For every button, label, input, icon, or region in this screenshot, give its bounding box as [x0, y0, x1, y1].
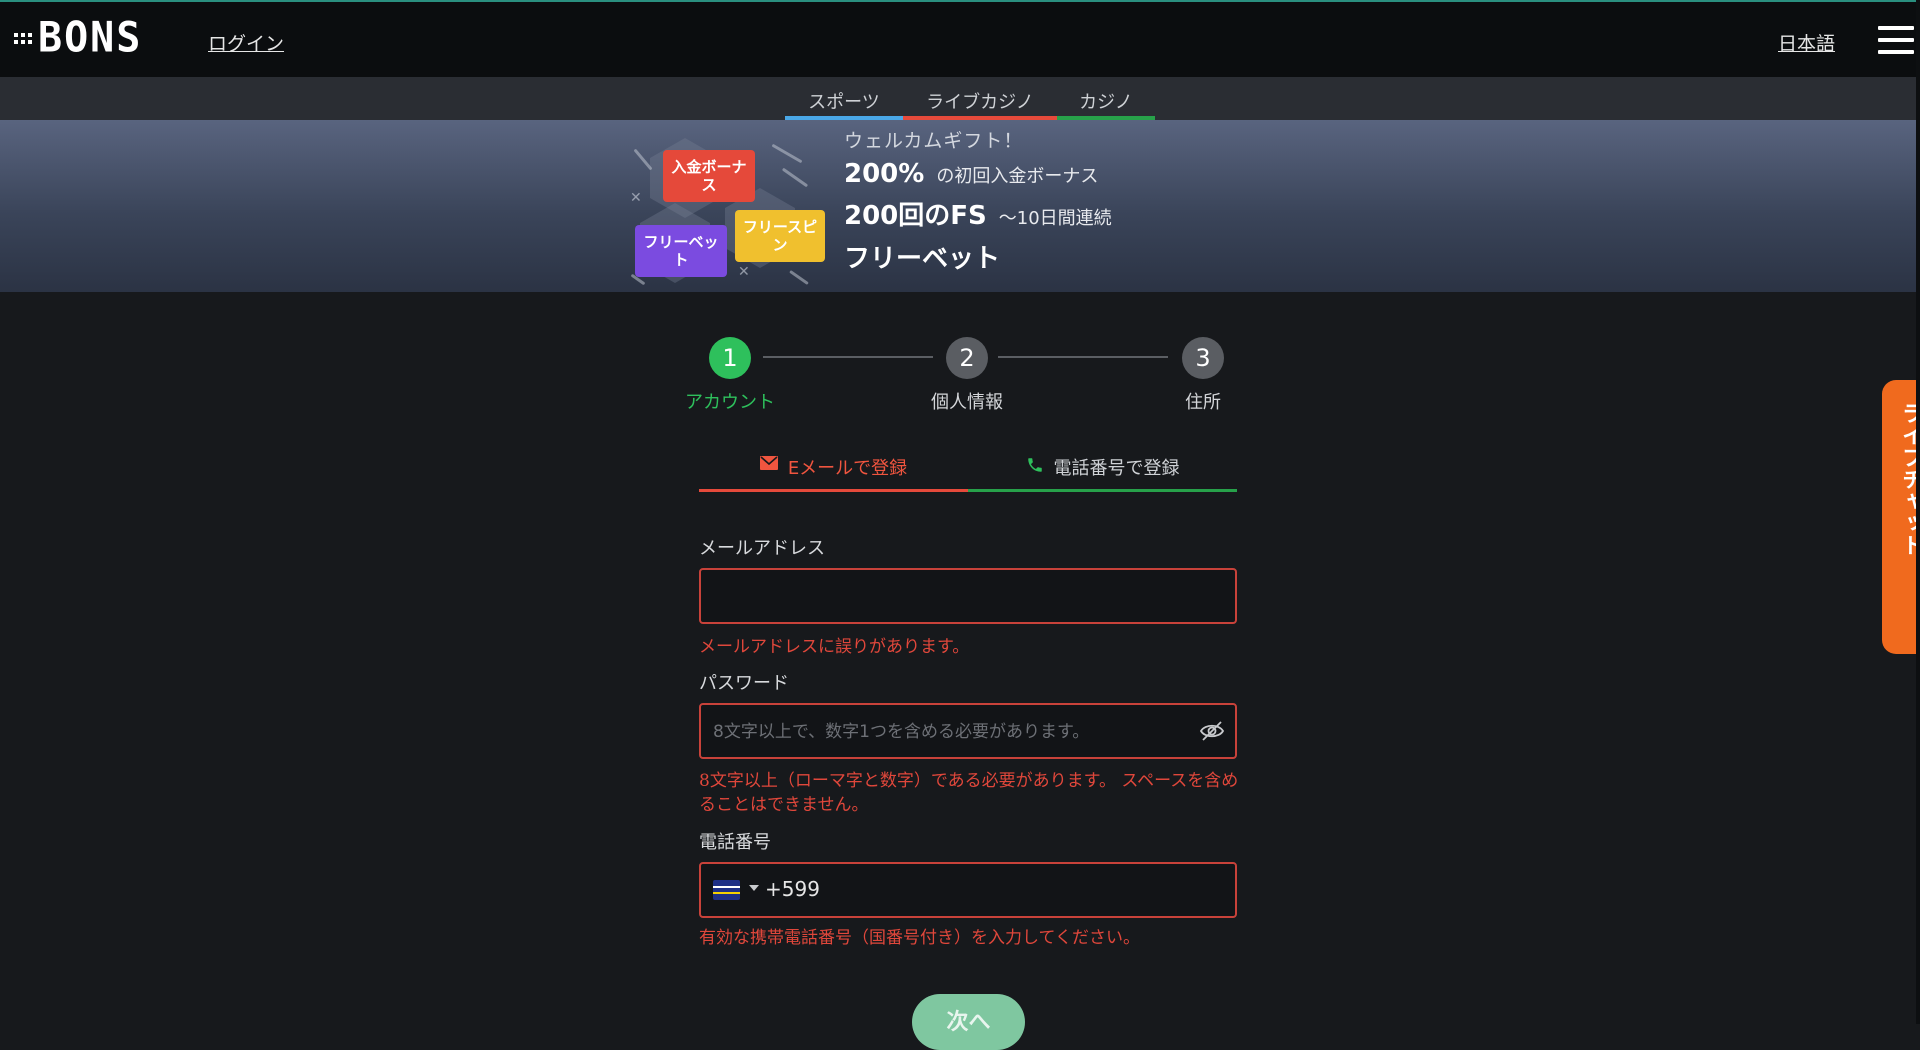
hamburger-menu-icon[interactable]	[1878, 26, 1914, 54]
logo-text: BONS	[38, 13, 143, 63]
stroke-decoration	[771, 143, 803, 164]
promo-text: ウェルカムギフト！ 200% の初回入金ボーナス 200回のFS 〜10日間連続…	[844, 126, 1112, 275]
tab-register-email-label: Eメールで登録	[787, 458, 908, 479]
tab-register-phone-label: 電話番号で登録	[1053, 458, 1180, 479]
email-input[interactable]	[711, 570, 1195, 624]
welcome-gift-title: ウェルカムギフト！	[844, 130, 1024, 152]
password-field-box	[699, 703, 1237, 759]
step-3-circle: 3	[1182, 337, 1224, 379]
freespin-badge: フリースピン	[735, 210, 825, 262]
logo-dots-icon	[14, 32, 32, 44]
nav-tab-live-casino[interactable]: ライブカジノ	[903, 77, 1057, 120]
phone-label: 電話番号	[699, 832, 771, 853]
stroke-decoration	[789, 269, 809, 286]
login-link[interactable]: ログイン	[208, 29, 284, 56]
email-label: メールアドレス	[699, 538, 825, 559]
chevron-down-icon[interactable]	[749, 885, 759, 891]
step-1-label: アカウント	[685, 392, 775, 413]
x-decoration-icon: ✕	[738, 264, 750, 280]
phone-error: 有効な携帯電話番号（国番号付き）を入力してください。	[699, 928, 1140, 948]
password-input[interactable]	[711, 705, 1195, 759]
eye-off-icon[interactable]	[1199, 720, 1225, 742]
step-3-label: 住所	[1185, 392, 1221, 413]
step-connector	[998, 356, 1168, 358]
deposit-bonus-badge: 入金ボーナス	[663, 150, 755, 202]
step-connector	[763, 356, 933, 358]
next-button[interactable]: 次へ	[912, 994, 1025, 1050]
email-error: メールアドレスに誤りがあります。	[699, 637, 970, 657]
step-2-circle: 2	[946, 337, 988, 379]
free-spins-count: 200回のFS	[844, 201, 987, 231]
curacao-flag-icon[interactable]	[713, 880, 740, 900]
phone-input[interactable]: +599	[765, 877, 820, 901]
live-chat-tab[interactable]: ライブチャット	[1882, 380, 1920, 654]
bonus-percent: 200%	[844, 159, 925, 189]
nav-tab-sports[interactable]: スポーツ	[785, 77, 903, 120]
phone-icon	[1027, 458, 1042, 472]
language-selector[interactable]: 日本語	[1778, 29, 1835, 56]
window-edge	[1916, 0, 1920, 1024]
welcome-banner: ✕ ✕ 入金ボーナス フリーベット フリースピン ウェルカムギフト！ 200% …	[0, 120, 1920, 292]
bonus-percent-desc: の初回入金ボーナス	[936, 166, 1099, 187]
nav-tab-casino[interactable]: カジノ	[1057, 77, 1155, 120]
stroke-decoration	[781, 167, 809, 188]
bonus-badges-illustration: ✕ ✕ 入金ボーナス フリーベット フリースピン	[630, 128, 825, 288]
x-decoration-icon: ✕	[630, 190, 642, 206]
step-1-circle: 1	[709, 337, 751, 379]
free-spins-desc: 〜10日間連続	[998, 208, 1112, 229]
tab-register-phone[interactable]: 電話番号で登録	[968, 448, 1237, 492]
step-2-label: 個人情報	[931, 392, 1003, 413]
registration-steps: 1 2 3 アカウント 個人情報 住所	[680, 334, 1240, 414]
freebet-title: フリーベット	[844, 244, 1001, 274]
registration-method-tabs: Eメールで登録 電話番号で登録	[699, 448, 1237, 492]
category-nav: スポーツ ライブカジノ カジノ	[0, 77, 1920, 120]
top-header: BONS ログイン 日本語	[0, 0, 1920, 77]
freebet-badge: フリーベット	[635, 225, 727, 277]
phone-field-box: +599	[699, 862, 1237, 918]
password-label: パスワード	[699, 673, 789, 694]
mail-icon	[759, 456, 778, 470]
password-error: 8文字以上（ローマ字と数字）である必要があります。 スペースを含めることはできま…	[699, 771, 1239, 815]
stroke-decoration	[633, 148, 653, 171]
email-field-box	[699, 568, 1237, 624]
tab-register-email[interactable]: Eメールで登録	[699, 448, 968, 492]
bons-logo[interactable]: BONS	[14, 13, 143, 63]
